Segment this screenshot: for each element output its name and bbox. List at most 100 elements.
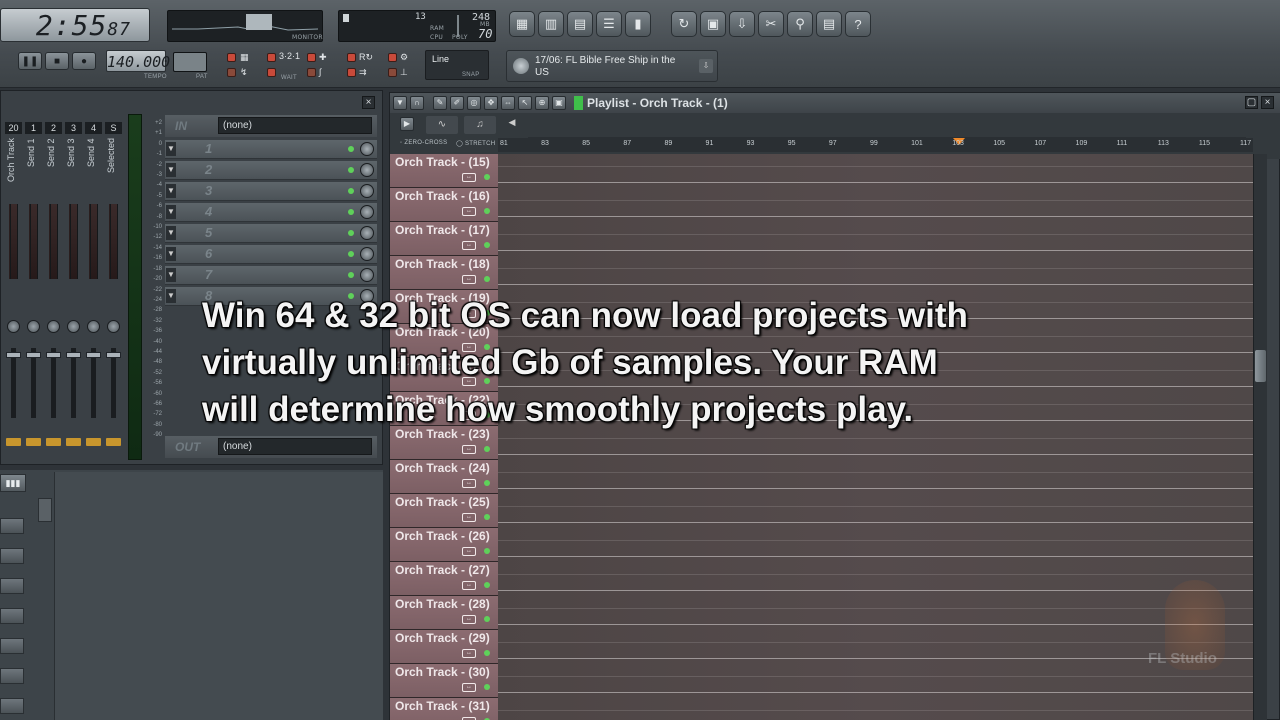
slot-mix-knob[interactable] bbox=[360, 184, 374, 198]
track-mute-icon[interactable]: ↔ bbox=[462, 615, 476, 624]
track-mute-icon[interactable]: ↔ bbox=[462, 207, 476, 216]
route-switch[interactable] bbox=[6, 438, 21, 446]
export-button[interactable]: ⇩ bbox=[729, 11, 755, 37]
slot-menu-arrow-icon[interactable]: ▼ bbox=[166, 268, 176, 282]
pan-knob[interactable] bbox=[27, 320, 40, 333]
volume-fader-track[interactable] bbox=[51, 348, 56, 418]
zoom-tool-icon[interactable]: ⊕ bbox=[535, 96, 549, 110]
mixer-strip[interactable]: 20 Orch Track bbox=[4, 116, 23, 456]
track-header[interactable]: Orch Track - (29) ↔ bbox=[390, 630, 498, 664]
magnet-icon[interactable]: ↯ bbox=[240, 67, 248, 78]
recording-toggle[interactable] bbox=[227, 68, 236, 77]
scroll-left-icon[interactable]: ◀ bbox=[502, 117, 522, 133]
route-switch[interactable] bbox=[106, 438, 121, 446]
slot-enabled-led[interactable] bbox=[348, 146, 354, 152]
volume-fader-handle[interactable] bbox=[46, 352, 61, 358]
track-mute-icon[interactable]: ↔ bbox=[462, 445, 476, 454]
slot-mix-knob[interactable] bbox=[360, 205, 374, 219]
fx-slot[interactable]: ▼ 4 bbox=[165, 203, 377, 222]
record-button[interactable]: ● bbox=[72, 52, 96, 70]
route-switch[interactable] bbox=[26, 438, 41, 446]
countdown-toggle[interactable] bbox=[267, 53, 276, 62]
pattern-selector[interactable] bbox=[173, 52, 207, 72]
stop-button[interactable]: ■ bbox=[45, 52, 69, 70]
track-header[interactable]: Orch Track - (30) ↔ bbox=[390, 664, 498, 698]
overdub-toggle[interactable] bbox=[307, 68, 316, 77]
channel-pad[interactable] bbox=[0, 668, 24, 684]
timeline-ruler[interactable]: 81 83 85 87 89 91 93 95 97 99 101 103 105 107 109 111 11… bbox=[498, 138, 1253, 152]
song-position-display[interactable]: 2:5587 bbox=[0, 8, 150, 42]
track-mute-icon[interactable]: ↔ bbox=[462, 649, 476, 658]
track-header[interactable]: Orch Track - (16) ↔ bbox=[390, 188, 498, 222]
track-mute-icon[interactable]: ↔ bbox=[462, 275, 476, 284]
hint-bar[interactable]: 17/06: FL Bible Free Ship in the US ⇩ bbox=[506, 50, 718, 82]
fx-slot[interactable]: ▼ 7 bbox=[165, 266, 377, 285]
vertical-scroll-thumb[interactable] bbox=[1255, 350, 1266, 382]
track-header[interactable]: Orch Track - (25) ↔ bbox=[390, 494, 498, 528]
scroll-toggle[interactable] bbox=[347, 68, 356, 77]
volume-fader-handle[interactable] bbox=[66, 352, 81, 358]
slot-enabled-led[interactable] bbox=[348, 251, 354, 257]
audio-clip-icon[interactable]: ∿ bbox=[426, 116, 458, 134]
project-info-button[interactable]: ▤ bbox=[816, 11, 842, 37]
piano-roll-button[interactable]: ▤ bbox=[567, 11, 593, 37]
slip-tool-icon[interactable]: ✥ bbox=[484, 96, 498, 110]
download-icon[interactable]: ⇩ bbox=[699, 59, 713, 73]
zero-cross-option[interactable]: ◦ ZERO-CROSS bbox=[400, 140, 447, 146]
track-enabled-led[interactable] bbox=[484, 548, 490, 554]
channel-pad[interactable] bbox=[0, 608, 24, 624]
automation-clip-icon[interactable]: ♫ bbox=[464, 116, 496, 134]
track-enabled-led[interactable] bbox=[484, 480, 490, 486]
track-mute-icon[interactable]: ↔ bbox=[462, 581, 476, 590]
volume-fader-track[interactable] bbox=[91, 348, 96, 418]
mixer-strip[interactable]: 2 Send 2 bbox=[44, 116, 63, 456]
mute-tool-icon[interactable]: ◎ bbox=[467, 96, 481, 110]
slot-mix-knob[interactable] bbox=[360, 247, 374, 261]
track-header[interactable]: Orch Track - (24) ↔ bbox=[390, 460, 498, 494]
mixer-button[interactable]: ▮ bbox=[625, 11, 651, 37]
volume-fader-handle[interactable] bbox=[26, 352, 41, 358]
scroll-handle[interactable] bbox=[38, 498, 52, 522]
slot-menu-arrow-icon[interactable]: ▼ bbox=[166, 205, 176, 219]
save-button[interactable]: ▣ bbox=[700, 11, 726, 37]
channel-pad[interactable] bbox=[0, 638, 24, 654]
slot-enabled-led[interactable] bbox=[348, 272, 354, 278]
step-edit-toggle[interactable] bbox=[307, 53, 316, 62]
magnet-icon[interactable]: ∩ bbox=[410, 96, 424, 110]
countdown-icon[interactable]: 3·2·1 bbox=[279, 51, 300, 61]
fx-slot[interactable]: ▼ 5 bbox=[165, 224, 377, 243]
track-mute-icon[interactable]: ↔ bbox=[462, 513, 476, 522]
pan-knob[interactable] bbox=[7, 320, 20, 333]
multilink-toggle[interactable] bbox=[388, 68, 397, 77]
pan-knob[interactable] bbox=[47, 320, 60, 333]
playback-tool-icon[interactable]: ▣ bbox=[552, 96, 566, 110]
slot-menu-arrow-icon[interactable]: ▼ bbox=[166, 184, 176, 198]
track-enabled-led[interactable] bbox=[484, 242, 490, 248]
pattern-view-icon[interactable]: ▶ bbox=[400, 117, 414, 131]
tempo-display[interactable]: 140.000 bbox=[106, 50, 170, 72]
maximize-button[interactable]: ▢ bbox=[1245, 96, 1258, 109]
browser-button[interactable]: ☰ bbox=[596, 11, 622, 37]
channel-pad[interactable] bbox=[0, 518, 24, 534]
track-enabled-led[interactable] bbox=[484, 684, 490, 690]
blend-toggle[interactable] bbox=[388, 53, 397, 62]
volume-fader-handle[interactable] bbox=[86, 352, 101, 358]
track-enabled-led[interactable] bbox=[484, 174, 490, 180]
route-switch[interactable] bbox=[66, 438, 81, 446]
mixer-strip[interactable]: 1 Send 1 bbox=[24, 116, 43, 456]
slot-mix-knob[interactable] bbox=[360, 226, 374, 240]
slot-menu-arrow-icon[interactable]: ▼ bbox=[166, 289, 176, 303]
slot-menu-arrow-icon[interactable]: ▼ bbox=[166, 163, 176, 177]
mixer-strip[interactable]: S Selected bbox=[104, 116, 123, 456]
output-select[interactable]: (none) bbox=[218, 438, 372, 455]
track-header[interactable]: Orch Track - (26) ↔ bbox=[390, 528, 498, 562]
slot-menu-arrow-icon[interactable]: ▼ bbox=[166, 142, 176, 156]
channel-pad[interactable] bbox=[0, 698, 24, 714]
pan-knob[interactable] bbox=[67, 320, 80, 333]
snap-selector[interactable]: Line SNAP bbox=[425, 50, 489, 80]
volume-fader-track[interactable] bbox=[11, 348, 16, 418]
pan-knob[interactable] bbox=[87, 320, 100, 333]
mixer-strip[interactable]: 4 Send 4 bbox=[84, 116, 103, 456]
search-button[interactable]: ⚲ bbox=[787, 11, 813, 37]
fx-slot[interactable]: ▼ 3 bbox=[165, 182, 377, 201]
